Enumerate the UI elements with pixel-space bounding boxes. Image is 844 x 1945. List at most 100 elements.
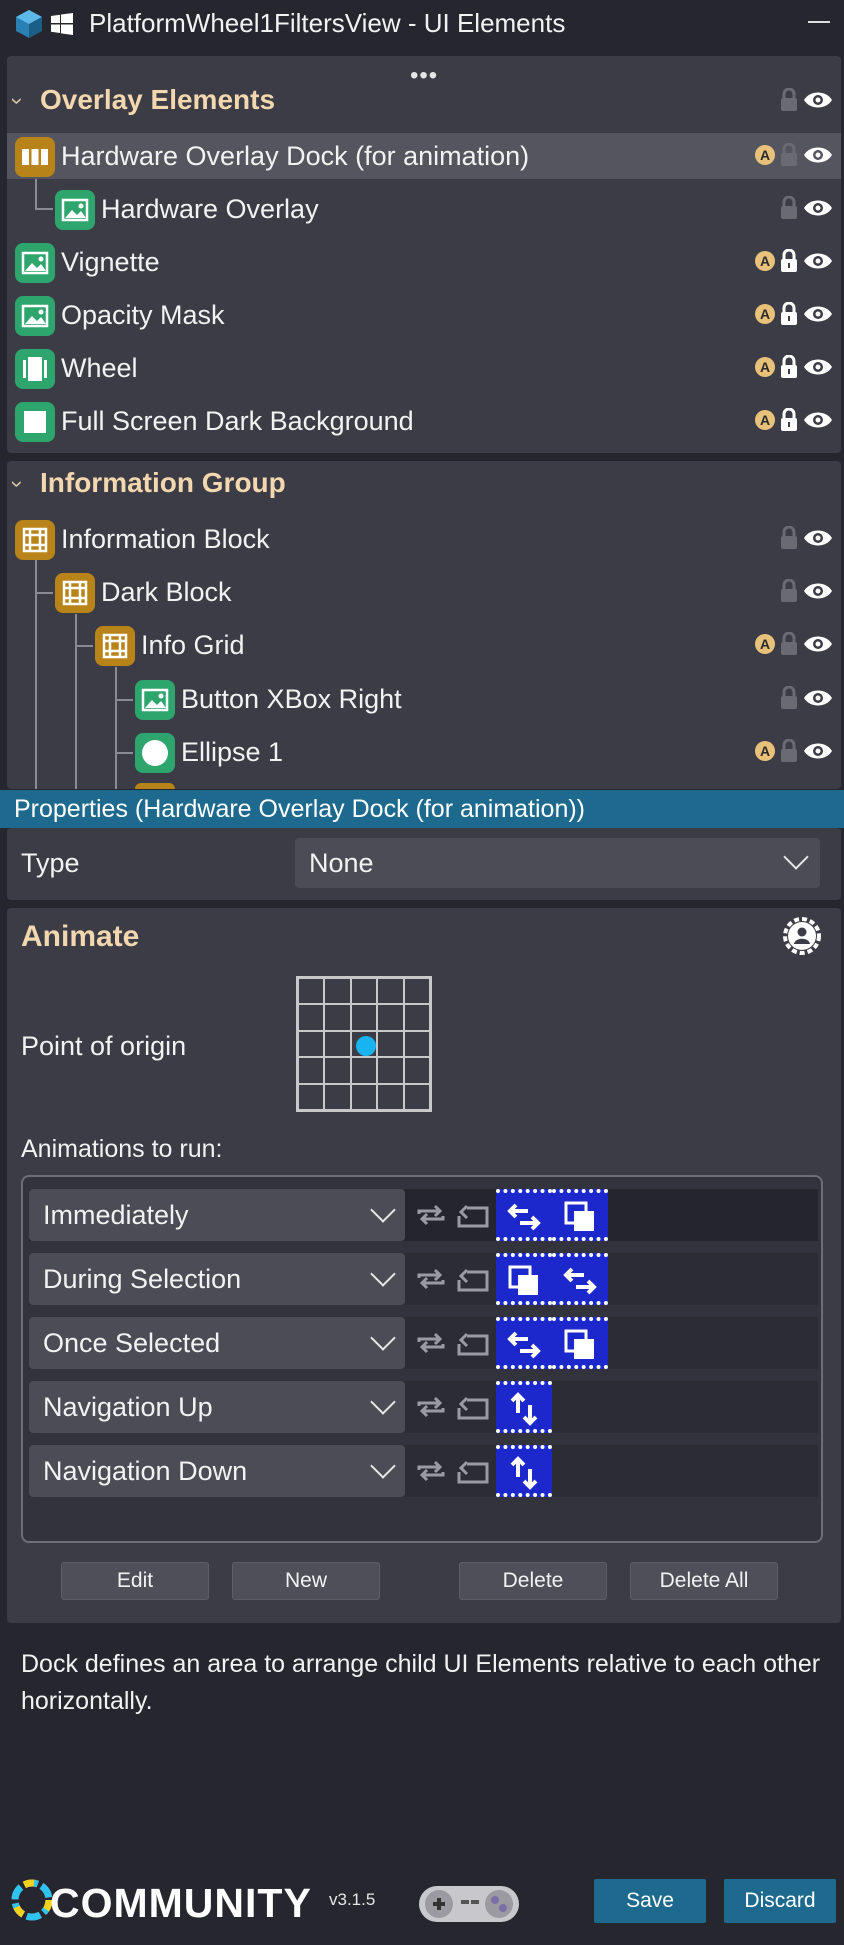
tree-row-opacity-mask[interactable]: Opacity Mask A [7,292,841,338]
group-header-overlay-elements[interactable]: › Overlay Elements [0,80,844,120]
discard-button[interactable]: Discard [724,1879,836,1923]
animation-thumbnail-slide[interactable] [552,1253,608,1305]
eye-icon[interactable] [803,357,833,377]
origin-cell[interactable] [298,1030,325,1058]
tree-row-full-screen-dark-background[interactable]: Full Screen Dark Background A [7,398,841,444]
lock-icon[interactable] [779,249,799,273]
trigger-dropdown[interactable]: Navigation Up [29,1381,405,1433]
origin-cell[interactable] [324,1004,351,1031]
tree-row-dark-block[interactable]: Dark Block [7,569,841,615]
group-header-information-group[interactable]: › Information Group [0,463,844,503]
lock-icon[interactable] [779,632,799,656]
animation-row-immediately[interactable]: Immediately [29,1189,818,1241]
origin-cell[interactable] [350,1083,378,1110]
animation-thumbnail-move[interactable] [496,1381,552,1433]
lock-icon[interactable] [779,143,799,167]
delete-button[interactable]: Delete [459,1562,607,1600]
origin-cell[interactable] [377,1083,404,1110]
eye-icon[interactable] [803,251,833,271]
gear-user-icon[interactable] [781,915,823,957]
trigger-dropdown[interactable]: During Selection [29,1253,405,1305]
origin-cell[interactable] [324,1057,351,1084]
tree-row-button-xbox-right[interactable]: Button XBox Right [7,676,841,722]
eye-icon[interactable] [803,581,833,601]
repeat-icon[interactable] [415,1266,447,1292]
minimize-button[interactable] [808,21,830,23]
tree-row-vignette[interactable]: Vignette A [7,239,841,285]
animation-thumbnail-fade[interactable] [552,1317,608,1369]
animation-thumbnail-fade[interactable] [552,1189,608,1241]
origin-cell[interactable] [324,1030,351,1058]
lock-icon[interactable] [779,579,799,603]
eye-icon[interactable] [803,304,833,324]
eye-icon[interactable] [803,634,833,654]
chevron-down-icon[interactable]: › [5,480,31,487]
type-dropdown[interactable]: None [295,838,820,888]
origin-cell[interactable] [324,978,351,1005]
origin-cell[interactable] [298,978,325,1005]
origin-cell[interactable] [403,978,430,1005]
edit-button[interactable]: Edit [61,1562,209,1600]
origin-cell[interactable] [298,1083,325,1110]
origin-cell[interactable] [403,1083,430,1110]
lock-icon[interactable] [779,739,799,763]
origin-cell[interactable] [377,1030,404,1058]
animation-thumbnail-fade[interactable] [496,1253,552,1305]
repeat-icon[interactable] [415,1330,447,1356]
delete-all-button[interactable]: Delete All [630,1562,778,1600]
chevron-down-icon[interactable]: › [5,97,31,104]
origin-cell[interactable] [403,1030,430,1058]
eye-icon[interactable] [803,688,833,708]
origin-cell[interactable] [298,1057,325,1084]
eye-icon[interactable] [803,145,833,165]
animation-thumbnail-slide[interactable] [496,1317,552,1369]
repeat-icon[interactable] [415,1394,447,1420]
return-icon[interactable] [457,1202,489,1228]
origin-cell[interactable] [324,1083,351,1110]
save-button[interactable]: Save [594,1879,706,1923]
origin-cell[interactable] [350,978,378,1005]
origin-cell[interactable] [377,1057,404,1084]
lock-icon[interactable] [779,526,799,550]
animation-thumbnail-slide[interactable] [496,1189,552,1241]
eye-icon[interactable] [803,410,833,430]
origin-cell[interactable] [403,1057,430,1084]
trigger-dropdown[interactable]: Navigation Down [29,1445,405,1497]
lock-icon[interactable] [779,408,799,432]
origin-cell[interactable] [377,978,404,1005]
animation-thumbnail-move[interactable] [496,1445,552,1497]
repeat-icon[interactable] [415,1458,447,1484]
tree-row-information-block[interactable]: Information Block [7,516,841,562]
repeat-icon[interactable] [415,1202,447,1228]
lock-icon[interactable] [779,355,799,379]
origin-cell[interactable] [298,1004,325,1031]
origin-cell[interactable] [350,1004,378,1031]
lock-icon[interactable] [779,686,799,710]
lock-icon[interactable] [779,88,799,112]
origin-cell-selected[interactable] [350,1030,378,1058]
eye-icon[interactable] [803,528,833,548]
point-of-origin-grid[interactable] [296,976,432,1112]
return-icon[interactable] [457,1330,489,1356]
return-icon[interactable] [457,1266,489,1292]
tree-row-ellipse-1[interactable]: Ellipse 1 A [7,729,841,775]
gamepad-icon[interactable] [417,1882,521,1926]
lock-icon[interactable] [779,196,799,220]
return-icon[interactable] [457,1394,489,1420]
animation-row-navigation-down[interactable]: Navigation Down [29,1445,818,1497]
trigger-dropdown[interactable]: Once Selected [29,1317,405,1369]
trigger-dropdown[interactable]: Immediately [29,1189,405,1241]
origin-cell[interactable] [377,1004,404,1031]
origin-cell[interactable] [350,1057,378,1084]
tree-row-hardware-overlay-dock[interactable]: Hardware Overlay Dock (for animation) A [7,133,841,179]
animation-row-during-selection[interactable]: During Selection [29,1253,818,1305]
new-button[interactable]: New [232,1562,380,1600]
eye-icon[interactable] [803,90,833,110]
animation-row-navigation-up[interactable]: Navigation Up [29,1381,818,1433]
eye-icon[interactable] [803,198,833,218]
eye-icon[interactable] [803,741,833,761]
origin-cell[interactable] [403,1004,430,1031]
tree-row-info-grid[interactable]: Info Grid A [7,622,841,668]
animation-row-once-selected[interactable]: Once Selected [29,1317,818,1369]
tree-row-wheel[interactable]: Wheel A [7,345,841,391]
